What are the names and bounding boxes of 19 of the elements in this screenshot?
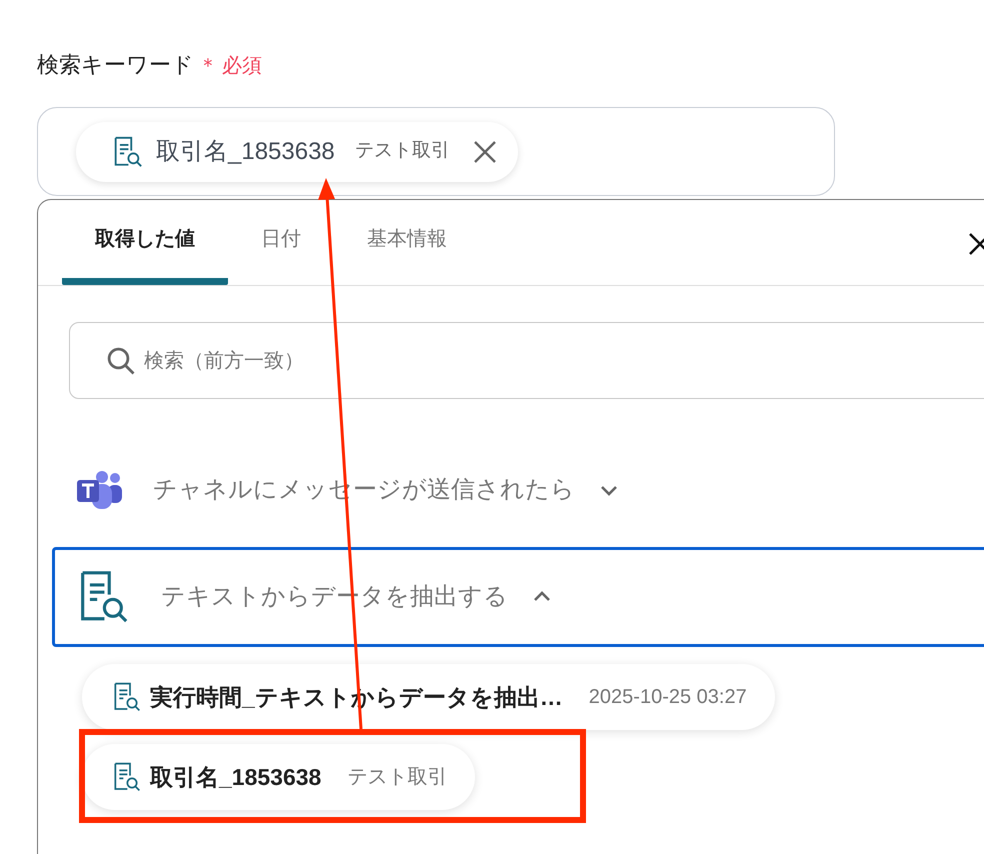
variable-meta: テスト取引 — [347, 765, 448, 790]
variable-meta: 2025-10-25 03:27 — [588, 685, 747, 710]
variable-item[interactable]: 取引名_1853638 テスト取引 — [82, 744, 476, 810]
search-input[interactable]: 検索（前方一致） — [144, 346, 444, 376]
keyword-token[interactable]: 取引名_1853638 テスト取引 — [76, 122, 518, 182]
token-label: 取引名_1853638 — [156, 136, 335, 166]
close-icon — [472, 140, 497, 164]
search-field[interactable]: 検索（前方一致） — [69, 322, 984, 399]
required-label: 必須 — [222, 54, 262, 79]
tab[interactable]: 取得した値 — [62, 199, 228, 285]
variable-label: 取引名_1853638 — [150, 762, 322, 792]
token-meta: テスト取引 — [354, 139, 450, 164]
tab[interactable]: 日付 — [228, 199, 334, 285]
required-asterisk: ＊ — [198, 54, 218, 79]
field-label: 検索キーワード — [37, 51, 194, 79]
tab[interactable]: 基本情報 — [334, 199, 480, 285]
keyword-field[interactable]: 取引名_1853638 テスト取引 — [37, 107, 835, 196]
teams-icon — [75, 470, 123, 510]
search-icon — [106, 346, 136, 376]
